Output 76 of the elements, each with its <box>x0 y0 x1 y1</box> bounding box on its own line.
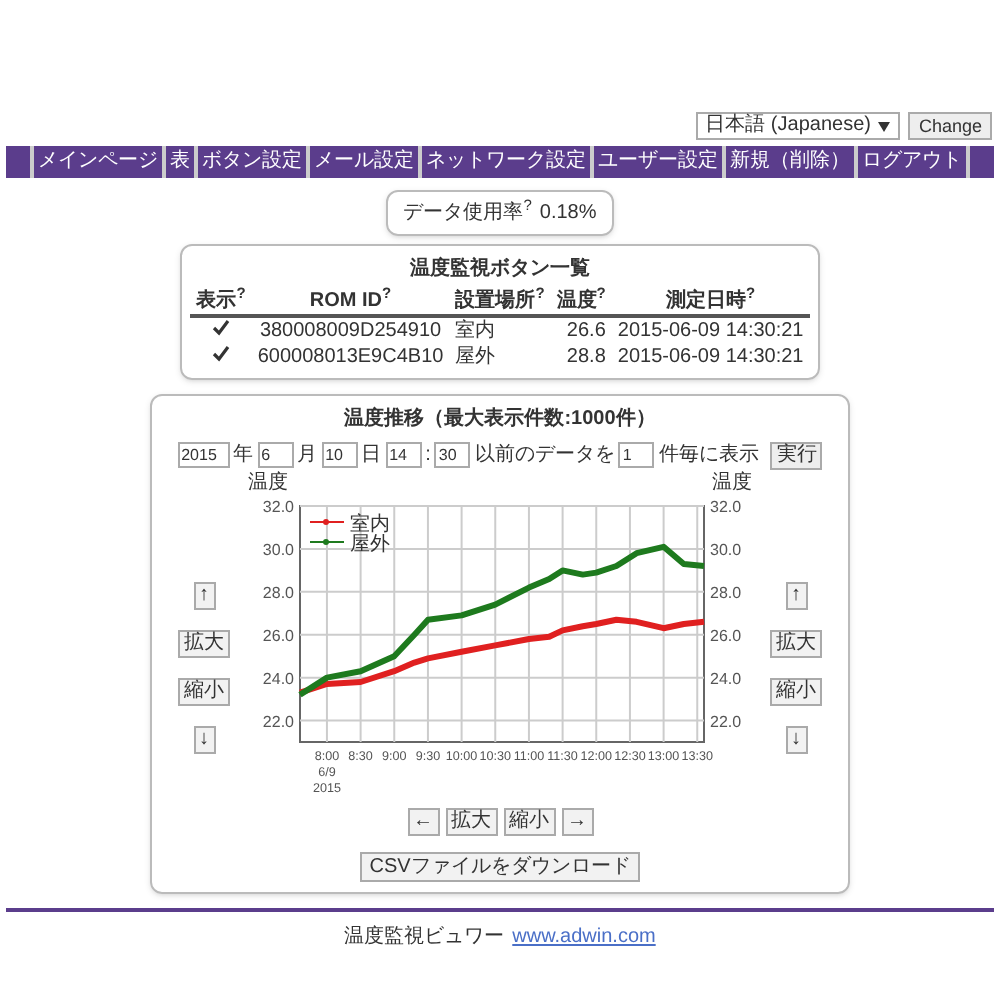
zoom-button[interactable]: 縮小 <box>178 678 230 706</box>
column-header: ROM ID$^{?}$ <box>251 288 450 316</box>
input-field[interactable]: 14 <box>385 442 422 468</box>
nav-link[interactable]: ボタン設定 <box>196 146 308 178</box>
form-label: 日 <box>361 442 382 470</box>
language-select[interactable]: 日本語 (Japanese) <box>695 112 901 140</box>
y-tick-label: 26.0 <box>710 626 742 645</box>
footer-text: 温度監視ビュワー <box>344 923 505 952</box>
checkbox[interactable] <box>212 318 231 336</box>
table-title: 温度監視ボタン一覧 <box>407 254 592 284</box>
y-tick-label: 26.0 <box>262 626 294 645</box>
footer-link[interactable]: www.adwin.com <box>512 922 656 952</box>
column-header: 温度$^{?}$ <box>550 288 612 316</box>
arrow-button[interactable]: ↑ <box>193 582 215 610</box>
nav-link[interactable]: 表 <box>164 146 196 178</box>
nav-link[interactable]: ユーザー設定 <box>592 146 724 178</box>
column-header: 測定日時$^{?}$ <box>611 288 810 316</box>
zoom-button[interactable]: 縮小 <box>770 678 822 706</box>
temperature-cell-text: 28.8 <box>564 344 608 370</box>
form-label: 件毎に表示 <box>658 441 759 470</box>
nav-link[interactable]: 新規（削除） <box>724 146 856 178</box>
caret-icon <box>878 121 891 131</box>
nav-link[interactable]: メール設定 <box>308 146 420 178</box>
data-usage-label: データ使用率$^{?}$ <box>403 198 532 228</box>
y-tick-label: 30.0 <box>710 540 742 559</box>
place-cell: 室内 <box>449 316 551 344</box>
arrow-button[interactable]: ↓ <box>193 726 215 754</box>
form-label: 年 <box>233 442 254 470</box>
data-usage-value: 0.18% <box>539 200 597 228</box>
nav-link[interactable]: ログアウト <box>856 146 968 178</box>
csv-download-button[interactable]: CSVファイルをダウンロード <box>359 852 641 882</box>
y-tick-label: 32.0 <box>262 498 294 516</box>
input-field[interactable]: 6 <box>257 442 294 468</box>
input-field[interactable]: 1 <box>618 442 655 468</box>
y-tick-label: 28.0 <box>262 583 294 602</box>
axis-title: 温度 <box>712 472 752 494</box>
y-tick-label: 22.0 <box>710 712 742 731</box>
rom-id-cell: 380008009D254910 <box>251 316 450 344</box>
place-cell-text: 屋外 <box>453 344 498 370</box>
legend-marker <box>309 539 345 545</box>
form-label: 月 <box>297 442 318 470</box>
legend-label: 室内 <box>350 514 390 536</box>
column-header: 表示$^{?}$ <box>190 288 252 316</box>
nav-link[interactable]: ネットワーク設定 <box>420 146 592 178</box>
zoom-button[interactable]: 拡大 <box>445 808 497 836</box>
column-header: 設置場所$^{?}$ <box>449 288 551 316</box>
rom-id-cell-text: 600008013E9C4B10 <box>255 344 446 370</box>
y-tick-label: 24.0 <box>262 669 294 688</box>
change-button[interactable]: Change <box>908 112 992 140</box>
datetime-cell: 2015-06-09 14:30:21 <box>611 316 810 344</box>
axis-title: 温度 <box>248 472 288 494</box>
arrow-button[interactable]: ↓ <box>785 726 807 754</box>
y-tick-label: 30.0 <box>262 540 294 559</box>
arrow-button[interactable]: ← <box>407 808 439 836</box>
input-field[interactable]: 2015 <box>177 442 230 468</box>
datetime-cell-text: 2015-06-09 14:30:21 <box>615 344 806 370</box>
input-field[interactable]: 10 <box>321 442 358 468</box>
y-tick-label: 22.0 <box>262 712 294 731</box>
y-tick-label: 28.0 <box>710 583 742 602</box>
form-label: : <box>425 442 431 470</box>
legend-marker <box>309 519 345 525</box>
zoom-button[interactable]: 縮小 <box>503 808 555 836</box>
form-label: 以前のデータを <box>474 441 615 470</box>
run-button[interactable]: 実行 <box>770 441 823 469</box>
arrow-button[interactable]: → <box>561 808 593 836</box>
temperature-cell: 26.6 <box>550 316 612 344</box>
y-tick-label: 24.0 <box>710 669 742 688</box>
checkbox[interactable] <box>212 344 231 362</box>
y-tick-label: 32.0 <box>710 498 742 516</box>
zoom-button[interactable]: 拡大 <box>770 630 822 658</box>
legend-label: 屋外 <box>350 534 390 556</box>
arrow-button[interactable]: ↑ <box>785 582 807 610</box>
nav-link[interactable]: メインページ <box>32 146 164 178</box>
chart-panel-title: 温度推移（最大表示件数:1000件） <box>344 404 656 434</box>
input-field[interactable]: 30 <box>434 442 471 468</box>
zoom-button[interactable]: 拡大 <box>178 630 230 658</box>
